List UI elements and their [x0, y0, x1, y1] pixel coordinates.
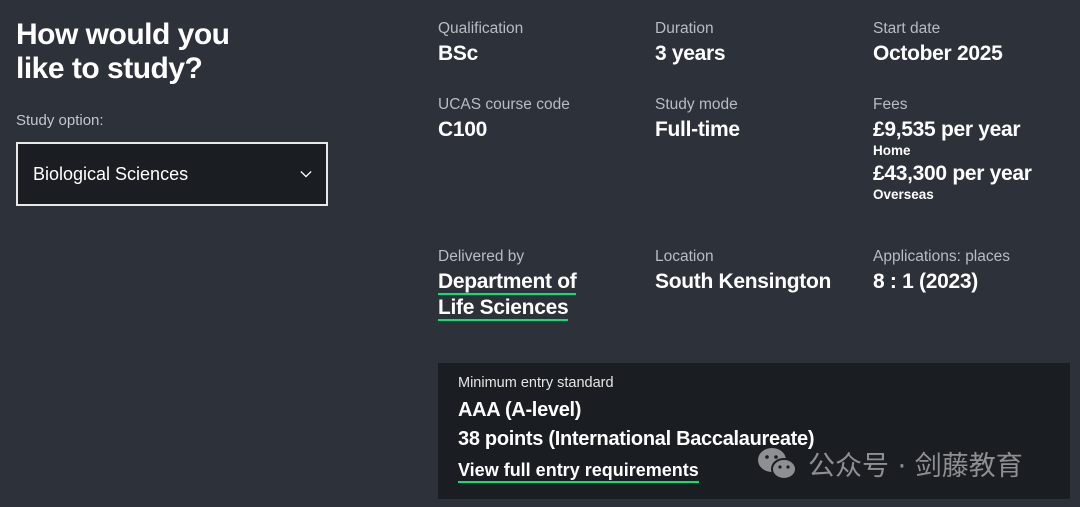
heading-line-2: like to study?	[16, 52, 203, 85]
study-option-label: Study option:	[16, 112, 104, 129]
fees-overseas-value: £43,300 per year	[873, 162, 1032, 185]
view-entry-requirements-link[interactable]: View full entry requirements	[458, 460, 699, 483]
location-cell: Location South Kensington	[655, 248, 865, 295]
study-mode-value: Full-time	[655, 118, 740, 141]
duration-label: Duration	[655, 20, 714, 37]
fees-home-label: Home	[873, 143, 911, 158]
fees-overseas-label: Overseas	[873, 187, 934, 202]
start-date-value: October 2025	[873, 42, 1003, 65]
page-heading: How would you like to study?	[16, 18, 336, 86]
delivered-by-cell: Delivered by Department of Life Sciences	[438, 248, 648, 321]
study-option-select[interactable]: Biological Sciences	[16, 142, 328, 206]
fees-home-value: £9,535 per year	[873, 118, 1021, 141]
applications-value: 8 : 1 (2023)	[873, 270, 978, 293]
applications-cell: Applications: places 8 : 1 (2023)	[873, 248, 1080, 295]
qualification-label: Qualification	[438, 20, 524, 37]
department-link[interactable]: Department of Life Sciences	[438, 269, 648, 321]
ucas-code-label: UCAS course code	[438, 96, 570, 113]
chevron-down-icon	[300, 170, 312, 178]
entry-standard-label: Minimum entry standard	[458, 375, 614, 391]
study-mode-cell: Study mode Full-time	[655, 96, 865, 143]
study-mode-label: Study mode	[655, 96, 738, 113]
watermark: 公众号 · 剑藤教育	[756, 444, 1023, 483]
delivered-by-label: Delivered by	[438, 248, 525, 265]
location-label: Location	[655, 248, 714, 265]
start-date-cell: Start date October 2025	[873, 20, 1080, 67]
ucas-code-value: C100	[438, 118, 488, 141]
watermark-text: 公众号 · 剑藤教育	[808, 451, 1023, 482]
qualification-cell: Qualification BSc	[438, 20, 648, 67]
start-date-label: Start date	[873, 20, 941, 37]
department-link-line-1[interactable]: Department of	[438, 270, 577, 295]
ucas-code-cell: UCAS course code C100	[438, 96, 648, 143]
department-link-line-2[interactable]: Life Sciences	[438, 296, 569, 321]
duration-cell: Duration 3 years	[655, 20, 865, 67]
fees-label: Fees	[873, 96, 908, 113]
study-option-value: Biological Sciences	[33, 163, 189, 184]
qualification-value: BSc	[438, 42, 478, 65]
duration-value: 3 years	[655, 42, 726, 65]
fees-cell: Fees £9,535 per year Home £43,300 per ye…	[873, 96, 1080, 203]
heading-line-1: How would you	[16, 18, 230, 51]
study-options-panel: How would you like to study? Study optio…	[16, 18, 336, 206]
applications-label: Applications: places	[873, 248, 1010, 265]
entry-alevel: AAA (A-level)	[458, 399, 582, 421]
wechat-icon	[758, 447, 797, 480]
location-value: South Kensington	[655, 270, 832, 293]
